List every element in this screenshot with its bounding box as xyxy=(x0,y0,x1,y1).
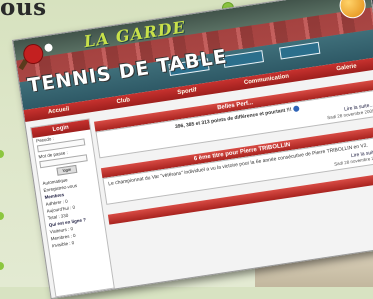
info-icon xyxy=(292,105,300,113)
nav-item-accueil[interactable]: Accueil xyxy=(48,106,70,115)
nav-item-communication[interactable]: Communication xyxy=(244,73,290,86)
login-button[interactable]: login xyxy=(56,164,78,176)
ball-icon xyxy=(43,43,54,53)
nav-item-sportif[interactable]: Sportif xyxy=(177,87,197,96)
website-screenshot: LA GARDE TENNIS DE TABLE Accueil Club Sp… xyxy=(12,0,373,299)
nav-item-galerie[interactable]: Galerie xyxy=(336,63,357,72)
magazine-heading: ous xyxy=(0,0,47,21)
nav-item-club[interactable]: Club xyxy=(116,97,130,105)
